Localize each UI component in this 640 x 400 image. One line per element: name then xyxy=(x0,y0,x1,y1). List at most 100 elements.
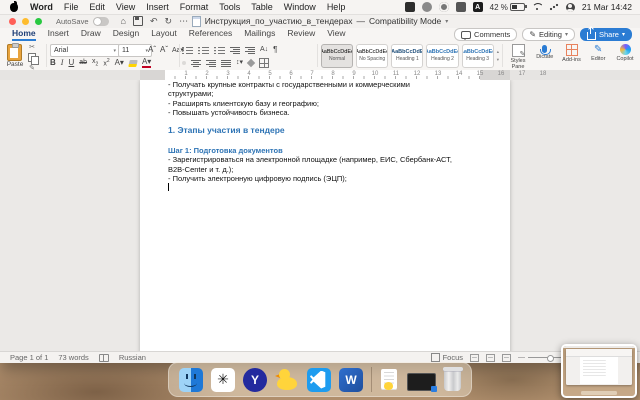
status-app-icon[interactable] xyxy=(422,2,432,12)
screenshot-thumbnail[interactable] xyxy=(561,344,637,398)
styles-gallery-scroll[interactable]: ▴▾ xyxy=(497,49,499,63)
style-card-heading-2[interactable]: AaBbCcDdEeHeading 2 xyxy=(426,44,458,68)
user-account-icon[interactable] xyxy=(566,3,575,12)
read-mode-icon[interactable] xyxy=(470,354,479,362)
scroll-up-icon[interactable]: ▴ xyxy=(497,49,499,55)
font-size-select[interactable]: 11▾ xyxy=(118,44,152,57)
downloads-dock-icon[interactable] xyxy=(380,368,399,392)
style-card-heading-3[interactable]: AaBbCcDdEeHeading 3 xyxy=(462,44,494,68)
copy-icon[interactable] xyxy=(28,53,36,62)
menu-item-format[interactable]: Format xyxy=(180,2,209,12)
borders-button[interactable] xyxy=(259,58,269,68)
tab-mailings[interactable]: Mailings xyxy=(244,28,275,41)
word-count[interactable]: 73 words xyxy=(58,353,88,362)
tab-view[interactable]: View xyxy=(327,28,345,41)
apple-menu-icon[interactable] xyxy=(10,3,18,12)
page-count[interactable]: Page 1 of 1 xyxy=(10,353,48,362)
align-right-button[interactable] xyxy=(206,60,216,67)
vscode-dock-icon[interactable] xyxy=(307,368,331,392)
tab-draw[interactable]: Draw xyxy=(81,28,101,41)
underline-button[interactable]: U xyxy=(68,58,74,68)
highlight-color-button[interactable] xyxy=(128,60,137,67)
trash-dock-icon[interactable] xyxy=(444,369,461,391)
more-actions-icon[interactable]: ⋯ xyxy=(179,17,188,26)
text-effects-button[interactable]: A▾ xyxy=(115,58,124,68)
editor-button[interactable]: ✎Editor xyxy=(585,44,611,62)
strikethrough-button[interactable]: ab xyxy=(79,58,87,68)
tab-design[interactable]: Design xyxy=(113,28,139,41)
superscript-button[interactable]: x2 xyxy=(103,56,109,69)
duck-dock-icon[interactable] xyxy=(275,368,299,392)
bullets-button[interactable] xyxy=(182,47,193,54)
zoom-window-button[interactable] xyxy=(35,18,42,25)
copilot-button[interactable]: Copilot xyxy=(612,44,638,62)
menu-item-insert[interactable]: Insert xyxy=(146,2,169,12)
paste-icon[interactable] xyxy=(7,44,22,61)
comments-button[interactable]: Comments xyxy=(454,28,517,41)
editing-mode-button[interactable]: ✎ Editing ▾ xyxy=(522,28,575,41)
menu-item-window[interactable]: Window xyxy=(284,2,316,12)
tab-insert[interactable]: Insert xyxy=(48,28,69,41)
add-ins-button[interactable]: Add-ins xyxy=(559,44,585,63)
word-dock-icon[interactable]: W xyxy=(339,368,363,392)
decrease-indent-button[interactable] xyxy=(230,47,240,54)
style-card-normal[interactable]: AaBbCcDdEeNormal xyxy=(321,44,353,68)
menu-item-table[interactable]: Table xyxy=(251,2,273,12)
increase-indent-button[interactable] xyxy=(245,47,255,54)
multilevel-list-button[interactable] xyxy=(214,47,225,54)
menu-item-view[interactable]: View xyxy=(116,2,135,12)
finder-dock-icon[interactable] xyxy=(179,368,203,392)
menu-item-word[interactable]: Word xyxy=(30,2,53,12)
gear-icon[interactable] xyxy=(439,2,449,12)
screenshot-dock-icon[interactable] xyxy=(407,373,436,391)
line-spacing-button[interactable]: ↕▾ xyxy=(236,58,243,68)
chatgpt-dock-icon[interactable]: ✳ xyxy=(211,368,235,392)
language-indicator[interactable]: Russian xyxy=(119,353,146,362)
font-color-button[interactable]: A▾ xyxy=(142,58,151,68)
zoom-out-icon[interactable]: — xyxy=(518,354,525,361)
close-window-button[interactable] xyxy=(9,18,16,25)
dictate-button[interactable]: Dictate xyxy=(532,44,558,60)
tab-references[interactable]: References xyxy=(189,28,232,41)
web-layout-icon[interactable] xyxy=(502,354,511,362)
show-paragraph-marks-button[interactable]: ¶ xyxy=(273,45,277,55)
zoom-slider[interactable]: — xyxy=(518,354,562,361)
autosave-toggle[interactable] xyxy=(93,17,109,26)
style-card-heading-1[interactable]: AaBbCcDdEHeading 1 xyxy=(391,44,423,68)
numbering-button[interactable] xyxy=(198,47,209,54)
align-center-button[interactable] xyxy=(191,60,201,67)
tab-layout[interactable]: Layout xyxy=(151,28,177,41)
print-layout-icon[interactable] xyxy=(486,354,495,362)
font-name-select[interactable]: Arial▾ xyxy=(50,44,120,57)
grow-font-button[interactable]: Aˆ xyxy=(148,44,156,55)
input-source-icon[interactable]: A xyxy=(473,2,483,12)
zoom-knob[interactable] xyxy=(547,355,554,362)
wifi-icon[interactable] xyxy=(532,3,542,11)
tab-review[interactable]: Review xyxy=(287,28,315,41)
share-button[interactable]: Share ▾ xyxy=(580,28,632,41)
minimize-window-button[interactable] xyxy=(22,18,29,25)
focus-mode-button[interactable]: Focus xyxy=(431,353,463,362)
document-page[interactable]: - Получать крупные контракты с государст… xyxy=(140,80,510,352)
redo-icon[interactable]: ↻ xyxy=(165,17,173,26)
sort-button[interactable]: A↓ xyxy=(260,45,268,55)
shading-button[interactable] xyxy=(247,59,255,67)
tab-home[interactable]: Home xyxy=(12,28,36,41)
chevron-down-icon[interactable]: ▾ xyxy=(445,18,448,25)
menu-item-tools[interactable]: Tools xyxy=(219,2,240,12)
battery-indicator[interactable]: 42 % xyxy=(490,3,525,12)
status-app-icon[interactable] xyxy=(405,2,415,12)
italic-button[interactable]: I xyxy=(61,58,64,68)
control-center-icon[interactable] xyxy=(549,3,559,11)
home-icon[interactable]: ⌂ xyxy=(121,17,126,26)
yandex-dock-icon[interactable]: Y xyxy=(243,368,267,392)
subscript-button[interactable]: x2 xyxy=(92,57,98,69)
proofing-status-icon[interactable] xyxy=(99,354,109,362)
zoom-track[interactable] xyxy=(528,357,562,358)
bold-button[interactable]: B xyxy=(50,58,56,68)
style-card-no-spacing[interactable]: AaBbCcDdEeNo Spacing xyxy=(356,44,388,68)
justify-button[interactable] xyxy=(221,60,231,67)
menu-clock[interactable]: 21 Mar 14:42 xyxy=(582,2,632,12)
save-icon[interactable] xyxy=(133,16,143,26)
styles-pane-button[interactable]: Styles Pane xyxy=(505,44,531,70)
